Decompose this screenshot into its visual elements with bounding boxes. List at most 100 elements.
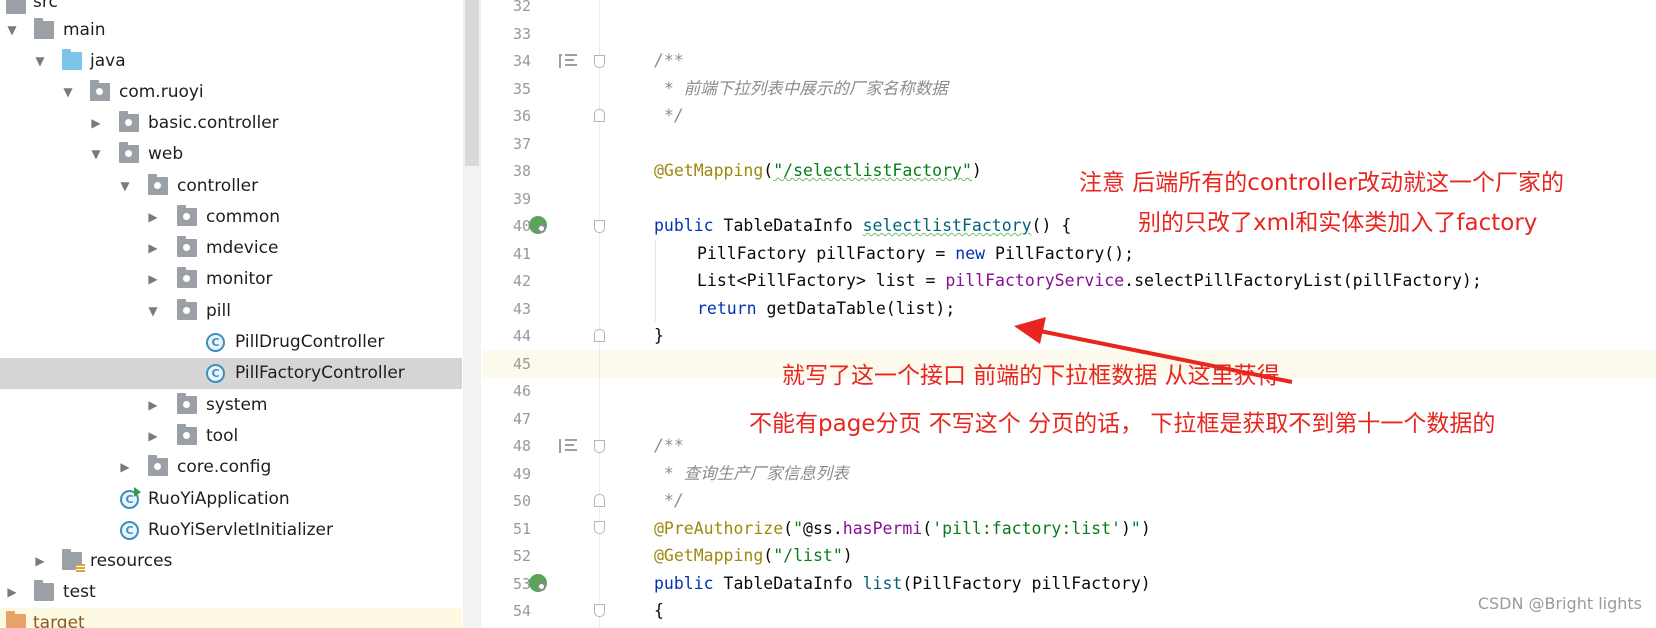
tree-item-controller[interactable]: ▼ controller — [0, 171, 462, 202]
tree-item-tool[interactable]: ▶ tool — [0, 421, 462, 452]
code-annotation: @GetMapping — [654, 161, 764, 180]
tree-item-java[interactable]: ▼ java — [0, 46, 462, 77]
code-line[interactable]: @GetMapping("/list") — [654, 542, 853, 570]
doc-comment-toggle-icon[interactable] — [559, 439, 577, 453]
tree-item-label: common — [206, 207, 281, 227]
code-line[interactable]: @PreAuthorize("@ss.hasPermi('pill:factor… — [654, 515, 1151, 543]
class-icon: C — [206, 333, 225, 352]
code-line[interactable]: */ — [654, 487, 684, 515]
package-icon — [177, 267, 197, 288]
package-icon — [177, 424, 197, 445]
line-number: 44 — [512, 327, 531, 345]
line-number: 54 — [512, 602, 531, 620]
tree-item-monitor[interactable]: ▶ monitor — [0, 264, 462, 295]
annotation-note-3: 不能有page分页 不写这个 分页的话， 下拉框是获取不到第十一个数据的 — [749, 411, 1496, 437]
code-line[interactable]: public TableDataInfo selectlistFactory()… — [654, 212, 1071, 240]
line-number: 45 — [512, 355, 531, 373]
line-number: 51 — [512, 520, 531, 538]
line-number: 40 — [512, 217, 531, 235]
package-icon — [148, 455, 168, 476]
tree-item-basic-controller[interactable]: ▶ basic.controller — [0, 108, 462, 139]
code-string: 'pill:factory:list' — [932, 519, 1121, 538]
tree-item-label: PillDrugController — [235, 332, 385, 352]
chevron-right-icon[interactable]: ▶ — [146, 202, 160, 233]
tree-item-system[interactable]: ▶ system — [0, 390, 462, 421]
line-number: 43 — [512, 300, 531, 318]
chevron-down-icon[interactable]: ▼ — [146, 296, 160, 327]
tree-item-pilldrugcontroller[interactable]: C PillDrugController — [0, 327, 462, 358]
tree-item-com-ruoyi[interactable]: ▼ com.ruoyi — [0, 77, 462, 108]
resources-folder-icon — [62, 549, 85, 573]
tree-scrollbar-thumb[interactable] — [465, 0, 479, 166]
spring-web-endpoint-icon[interactable] — [529, 574, 547, 592]
chevron-down-icon[interactable]: ▼ — [61, 77, 75, 108]
spring-web-endpoint-icon[interactable] — [529, 216, 547, 234]
code-line[interactable]: */ — [654, 102, 684, 130]
code-line[interactable]: return getDataTable(list); — [697, 295, 955, 323]
annotation-note-1-line-2: 别的只改了xml和实体类加入了factory — [1138, 210, 1538, 236]
line-number: 48 — [512, 437, 531, 455]
chevron-down-icon[interactable]: ▼ — [5, 15, 19, 46]
excluded-folder-icon — [6, 611, 26, 628]
tree-item-common[interactable]: ▶ common — [0, 202, 462, 233]
chevron-right-icon[interactable]: ▶ — [118, 452, 132, 483]
code-line[interactable]: @GetMapping("/selectlistFactory") — [654, 157, 982, 185]
code-line[interactable]: public TableDataInfo list(PillFactory pi… — [654, 570, 1151, 598]
tree-item-resources[interactable]: ▶ resources — [0, 546, 462, 577]
tree-item-label: tool — [206, 426, 239, 446]
tree-item-web[interactable]: ▼ web — [0, 139, 462, 170]
tree-item-label: basic.controller — [148, 113, 279, 133]
chevron-right-icon[interactable]: ▶ — [89, 108, 103, 139]
line-number: 50 — [512, 492, 531, 510]
tree-item-ruoyiapplication[interactable]: C RuoYiApplication — [0, 484, 462, 515]
code-token: ( — [783, 519, 794, 538]
chevron-down-icon[interactable]: ▼ — [89, 139, 103, 170]
code-line[interactable]: } — [654, 322, 664, 350]
chevron-down-icon[interactable]: ▼ — [118, 171, 132, 202]
code-line[interactable]: /** — [654, 47, 684, 75]
line-number: 52 — [512, 547, 531, 565]
code-annotation: @PreAuthorize — [654, 519, 784, 538]
tree-item-label: java — [90, 51, 126, 71]
code-line[interactable]: /** — [654, 432, 684, 460]
chevron-right-icon[interactable]: ▶ — [5, 577, 19, 608]
code-line[interactable]: * 查询生产厂家信息列表 — [654, 460, 849, 488]
tree-item-label: RuoYiServletInitializer — [148, 520, 334, 540]
code-token: ( — [763, 161, 774, 180]
package-icon — [119, 111, 139, 132]
package-icon — [177, 205, 197, 226]
chevron-right-icon[interactable]: ▶ — [146, 390, 160, 421]
annotation-note-1-line-1: 注意 后端所有的controller改动就这一个厂家的 — [1079, 170, 1565, 196]
package-icon — [177, 299, 197, 320]
code-method-name: hasPermi — [842, 519, 923, 538]
code-line[interactable]: { — [654, 597, 664, 625]
code-string: " — [793, 519, 804, 538]
line-number: 41 — [512, 245, 531, 263]
tree-item-target[interactable]: target — [0, 608, 462, 628]
chevron-right-icon[interactable]: ▶ — [33, 546, 47, 577]
chevron-right-icon[interactable]: ▶ — [146, 233, 160, 264]
line-number: 46 — [512, 382, 531, 400]
chevron-down-icon[interactable]: ▼ — [33, 46, 47, 77]
chevron-right-icon[interactable]: ▶ — [146, 421, 160, 452]
code-line[interactable]: * 前端下拉列表中展示的厂家名称数据 — [654, 75, 948, 103]
code-line[interactable]: PillFactory pillFactory = new PillFactor… — [697, 240, 1134, 268]
tree-item-main[interactable]: ▼ main — [0, 15, 462, 46]
tree-item-label: PillFactoryController — [235, 363, 405, 383]
code-line[interactable]: List<PillFactory> list = pillFactoryServ… — [697, 267, 1482, 295]
run-icon — [134, 487, 141, 497]
tree-item-pillfactorycontroller[interactable]: C PillFactoryController — [0, 358, 462, 389]
line-number: 32 — [512, 0, 531, 15]
tree-item-ruoyiservletinitializer[interactable]: C RuoYiServletInitializer — [0, 515, 462, 546]
tree-item-test[interactable]: ▶ test — [0, 577, 462, 608]
chevron-right-icon[interactable]: ▶ — [146, 264, 160, 295]
code-token: .selectPillFactoryList(pillFactory); — [1124, 271, 1482, 290]
code-string: "/list" — [773, 546, 843, 565]
tree-item-mdevice[interactable]: ▶ mdevice — [0, 233, 462, 264]
code-token: ) — [1120, 519, 1131, 538]
code-method-name: selectlistFactory — [862, 216, 1032, 235]
tree-item-label: RuoYiApplication — [148, 489, 290, 509]
doc-comment-toggle-icon[interactable] — [559, 54, 577, 68]
tree-item-pill[interactable]: ▼ pill — [0, 296, 462, 327]
tree-item-core-config[interactable]: ▶ core.config — [0, 452, 462, 483]
